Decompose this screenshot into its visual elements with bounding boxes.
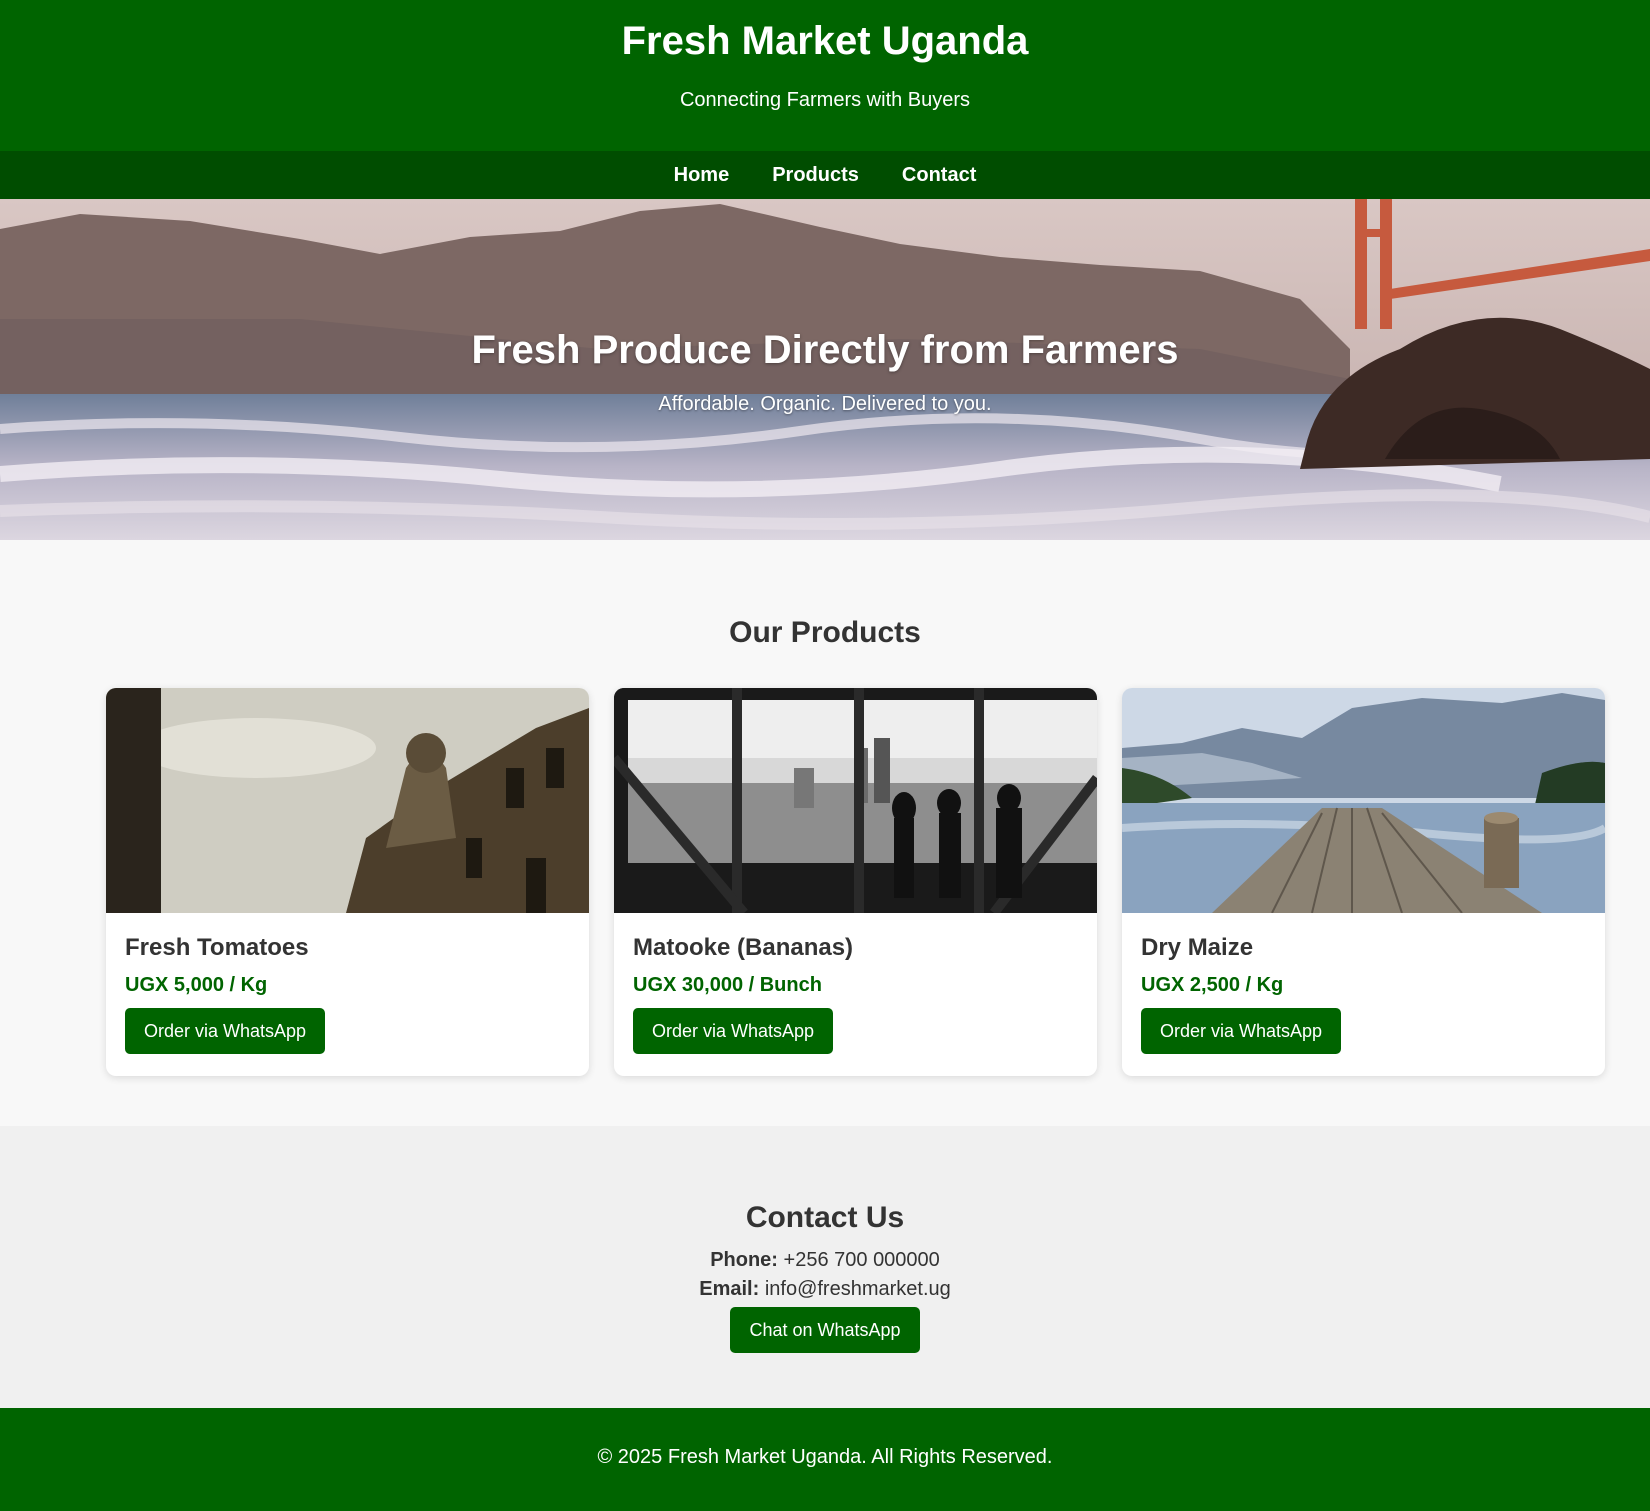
product-grid: Fresh Tomatoes UGX 5,000 / Kg Order via …	[106, 688, 1606, 1076]
hero-banner: Fresh Produce Directly from Farmers Affo…	[0, 199, 1650, 540]
product-image	[614, 688, 1097, 913]
nav-link-home[interactable]: Home	[674, 164, 730, 187]
product-card: Dry Maize UGX 2,500 / Kg Order via Whats…	[1122, 688, 1605, 1076]
hero-title: Fresh Produce Directly from Farmers	[471, 328, 1179, 372]
site-footer: © 2025 Fresh Market Uganda. All Rights R…	[0, 1408, 1650, 1511]
site-tagline: Connecting Farmers with Buyers	[679, 89, 971, 111]
site-title: Fresh Market Uganda	[621, 19, 1029, 63]
main-nav: Home Products Contact	[0, 151, 1650, 199]
product-price: UGX 2,500 / Kg	[1141, 974, 1284, 996]
order-whatsapp-button[interactable]: Order via WhatsApp	[633, 1008, 834, 1054]
product-price: UGX 5,000 / Kg	[125, 974, 268, 996]
phone-value: +256 700 000000	[783, 1249, 940, 1271]
product-name: Dry Maize	[1141, 934, 1254, 961]
contact-section: Contact Us Phone: +256 700 000000 Email:…	[0, 1126, 1650, 1408]
product-price: UGX 30,000 / Bunch	[633, 974, 822, 996]
chat-whatsapp-button[interactable]: Chat on WhatsApp	[730, 1307, 920, 1353]
footer-copyright: © 2025 Fresh Market Uganda. All Rights R…	[597, 1446, 1053, 1468]
email-label: Email:	[699, 1278, 760, 1300]
order-whatsapp-button[interactable]: Order via WhatsApp	[125, 1008, 326, 1054]
phone-label: Phone:	[710, 1249, 778, 1271]
products-heading: Our Products	[729, 616, 921, 649]
hero-subtitle: Affordable. Organic. Delivered to you.	[658, 393, 992, 415]
product-name: Fresh Tomatoes	[125, 934, 309, 961]
contact-email-line: Email: info@freshmarket.ug	[0, 1275, 1650, 1304]
site-header: Fresh Market Uganda Connecting Farmers w…	[0, 0, 1650, 151]
product-image	[106, 688, 589, 913]
nav-link-products[interactable]: Products	[772, 164, 859, 187]
product-name: Matooke (Bananas)	[633, 934, 854, 961]
order-whatsapp-button[interactable]: Order via WhatsApp	[1141, 1008, 1342, 1054]
product-card: Fresh Tomatoes UGX 5,000 / Kg Order via …	[106, 688, 589, 1076]
contact-heading: Contact Us	[745, 1201, 905, 1234]
products-section: Our Products Fresh Tomatoes UGX 5,000 / …	[0, 540, 1650, 1126]
email-value: info@freshmarket.ug	[764, 1278, 951, 1300]
product-card: Matooke (Bananas) UGX 30,000 / Bunch Ord…	[614, 688, 1097, 1076]
contact-phone-line: Phone: +256 700 000000	[0, 1246, 1650, 1275]
nav-link-contact[interactable]: Contact	[902, 164, 976, 187]
product-image	[1122, 688, 1605, 913]
